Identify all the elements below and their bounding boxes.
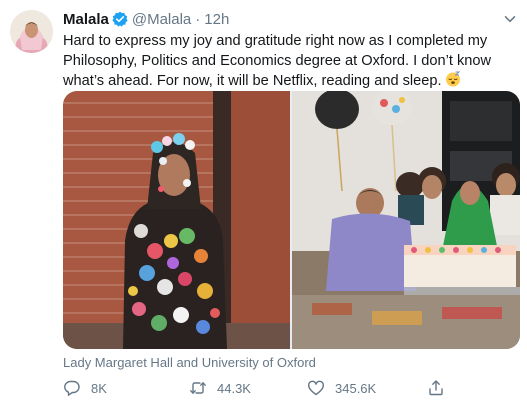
tweet-text: Hard to express my joy and gratitude rig… (63, 33, 492, 89)
tweet-actions: 8K 44.3K 345.6K (63, 377, 483, 399)
photo-family-cake[interactable] (292, 91, 520, 349)
retweet-count: 44.3K (217, 380, 251, 396)
like-count: 345.6K (335, 380, 377, 396)
reply-count: 8K (91, 380, 107, 396)
retweet-button[interactable]: 44.3K (189, 377, 251, 399)
verified-badge-icon (112, 11, 128, 27)
timestamp[interactable]: 12h (204, 11, 229, 28)
retweet-icon (189, 379, 207, 397)
photo-celebration[interactable] (63, 91, 290, 349)
chevron-down-icon[interactable] (503, 12, 517, 26)
avatar-image (10, 10, 53, 53)
tweet-text-container: Hard to express my joy and gratitude rig… (63, 31, 517, 91)
share-icon (427, 379, 445, 397)
sleeping-face-emoji-icon (445, 71, 461, 87)
heart-icon (307, 379, 325, 397)
tweet-header: Malala @Malala · 12h (63, 9, 229, 29)
share-button[interactable] (427, 377, 455, 399)
media-grid (63, 91, 520, 349)
tweet-card[interactable]: Malala @Malala · 12h Hard to express my … (0, 0, 527, 406)
tweet-location[interactable]: Lady Margaret Hall and University of Oxf… (63, 355, 316, 370)
header-separator: · (195, 10, 201, 28)
author-name[interactable]: Malala (63, 11, 109, 28)
avatar[interactable] (10, 10, 53, 53)
reply-icon (63, 379, 81, 397)
author-handle[interactable]: @Malala (132, 11, 191, 28)
reply-button[interactable]: 8K (63, 377, 107, 399)
like-button[interactable]: 345.6K (307, 377, 376, 399)
